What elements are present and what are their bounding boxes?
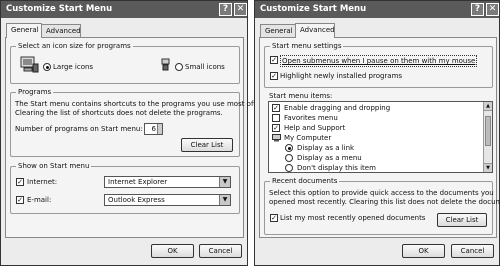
icon-size-group-label: Select an icon size for programs — [16, 42, 133, 50]
list-item-label: Display as a menu — [297, 154, 362, 162]
list-item[interactable]: ✓ Help and Support — [269, 123, 483, 133]
num-programs-stepper[interactable]: 6 — [144, 123, 163, 135]
list-item-label: Help and Support — [284, 124, 346, 132]
large-icons-label[interactable]: Large icons — [53, 62, 93, 72]
cancel-button[interactable]: Cancel — [451, 244, 494, 258]
icon-size-group: Select an icon size for programs Large i… — [10, 42, 240, 84]
ok-button[interactable]: OK — [402, 244, 445, 258]
window-title: Customize Start Menu — [6, 4, 113, 14]
scroll-down-arrow-icon[interactable]: ▼ — [484, 163, 492, 172]
help-button[interactable]: ? — [471, 3, 484, 16]
list-item-label: My Computer — [284, 134, 332, 142]
list-scrollbar[interactable]: ▲ ▼ — [483, 102, 492, 172]
stepper-arrows[interactable] — [157, 124, 162, 134]
open-submenus-checkbox[interactable]: ✓ — [270, 56, 278, 64]
num-programs-value: 6 — [151, 125, 156, 133]
show-on-start-menu-label: Show on Start menu — [16, 162, 92, 170]
list-item[interactable]: My Computer — [269, 133, 483, 143]
email-select[interactable]: Outlook Express ▼ — [104, 194, 231, 206]
item-checkbox[interactable]: ✓ — [272, 104, 280, 112]
email-label: E-mail: — [27, 196, 52, 204]
programs-group-label: Programs — [16, 88, 54, 96]
list-item[interactable]: Display as a menu — [269, 153, 483, 163]
programs-group: Programs The Start menu contains shortcu… — [10, 88, 267, 157]
large-icons-icon — [20, 56, 39, 73]
customize-start-menu-dialog-advanced: Customize Start Menu ? ✕ General Advance… — [254, 0, 500, 266]
ok-button[interactable]: OK — [151, 244, 194, 258]
tab-general[interactable]: General — [260, 24, 296, 38]
small-icons-icon — [161, 58, 170, 71]
list-item[interactable]: Display as a link — [269, 143, 483, 153]
email-select-value: Outlook Express — [108, 196, 165, 204]
title-bar[interactable]: Customize Start Menu ? ✕ — [255, 1, 499, 18]
close-button[interactable]: ✕ — [486, 3, 499, 16]
internet-label: Internet: — [27, 178, 58, 186]
large-icons-radio[interactable] — [43, 63, 51, 71]
title-bar[interactable]: Customize Start Menu ? ✕ — [1, 1, 247, 18]
email-checkbox[interactable]: ✓ — [16, 196, 24, 204]
tab-advanced[interactable]: Advanced — [41, 24, 81, 38]
start-menu-settings-group: Start menu settings ✓ Open submenus when… — [264, 42, 493, 88]
window-title: Customize Start Menu — [260, 4, 367, 14]
internet-select-value: Internet Explorer — [108, 178, 168, 186]
list-item-label: Don't display this item — [297, 164, 376, 172]
scroll-up-arrow-icon[interactable]: ▲ — [484, 102, 492, 111]
programs-description-line2: Clearing the list of shortcuts does not … — [15, 109, 223, 117]
num-programs-label: Number of programs on Start menu: — [15, 125, 143, 133]
clear-list-button[interactable]: Clear List — [437, 213, 487, 227]
chevron-down-icon[interactable]: ▼ — [219, 195, 230, 205]
start-menu-settings-label: Start menu settings — [270, 42, 344, 50]
item-checkbox[interactable] — [272, 114, 280, 122]
scroll-thumb[interactable] — [485, 116, 491, 146]
recent-documents-label: Recent documents — [270, 177, 340, 185]
my-computer-icon — [272, 134, 281, 142]
list-item-label: Enable dragging and dropping — [284, 104, 391, 112]
chevron-down-icon[interactable]: ▼ — [219, 177, 230, 187]
list-item[interactable]: Favorites menu — [269, 113, 483, 123]
list-item-label: Favorites menu — [284, 114, 338, 122]
item-radio[interactable] — [285, 154, 293, 162]
item-checkbox[interactable]: ✓ — [272, 124, 280, 132]
recent-documents-group: Recent documents Select this option to p… — [264, 177, 500, 235]
highlight-new-label[interactable]: Highlight newly installed programs — [280, 71, 402, 81]
close-button[interactable]: ✕ — [234, 3, 247, 16]
start-menu-items-label: Start menu items: — [269, 92, 333, 100]
tab-advanced[interactable]: Advanced — [295, 23, 335, 38]
item-radio[interactable] — [285, 144, 293, 152]
internet-checkbox[interactable]: ✓ — [16, 178, 24, 186]
tab-general[interactable]: General — [6, 23, 42, 38]
open-submenus-label[interactable]: Open submenus when I pause on them with … — [280, 55, 478, 67]
show-on-start-menu-group: Show on Start menu ✓ Internet: Internet … — [10, 162, 240, 214]
tab-panel-general: Select an icon size for programs Large i… — [5, 37, 267, 238]
customize-start-menu-dialog-general: Customize Start Menu ? ✕ General Advance… — [0, 0, 267, 266]
recent-description-line2: opened most recently. Clearing this list… — [269, 198, 500, 206]
small-icons-label[interactable]: Small icons — [185, 62, 225, 72]
list-item-label: Display as a link — [297, 144, 355, 152]
item-radio[interactable] — [285, 164, 293, 172]
list-item[interactable]: ✓ Enable dragging and dropping — [269, 103, 483, 113]
cancel-button[interactable]: Cancel — [199, 244, 242, 258]
list-recent-label[interactable]: List my most recently opened documents — [280, 213, 425, 223]
tab-panel-advanced: Start menu settings ✓ Open submenus when… — [259, 37, 500, 238]
help-button[interactable]: ? — [219, 3, 232, 16]
highlight-new-checkbox[interactable]: ✓ — [270, 72, 278, 80]
small-icons-radio[interactable] — [175, 63, 183, 71]
list-item[interactable]: Don't display this item — [269, 163, 483, 172]
start-menu-items-list[interactable]: ✓ Enable dragging and dropping Favorites m… — [268, 101, 493, 173]
internet-select[interactable]: Internet Explorer ▼ — [104, 176, 231, 188]
list-recent-checkbox[interactable]: ✓ — [270, 214, 278, 222]
clear-list-button[interactable]: Clear List — [181, 138, 233, 152]
